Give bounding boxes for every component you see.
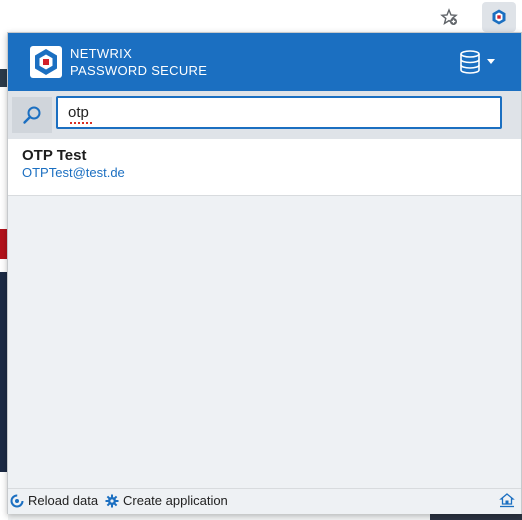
database-menu-button[interactable] [459, 50, 499, 76]
search-icon [23, 106, 41, 124]
bookmark-star-icon[interactable] [440, 8, 458, 26]
search-input[interactable] [56, 96, 502, 129]
netwrix-logo-icon [492, 9, 506, 25]
brand-line-2: PASSWORD SECURE [70, 63, 208, 78]
result-list: OTP Test OTPTest@test.de [8, 139, 521, 196]
result-title: OTP Test [22, 147, 87, 164]
result-subtitle: OTPTest@test.de [22, 165, 125, 180]
list-item[interactable]: OTP Test OTPTest@test.de [8, 139, 521, 195]
popup-footer: Reload data Create application [8, 488, 521, 514]
popup-header: NETWRIX PASSWORD SECURE [8, 33, 521, 91]
reload-data-button[interactable]: Reload data [10, 493, 98, 508]
create-application-label: Create application [123, 493, 228, 508]
create-application-button[interactable]: Create application [105, 493, 228, 508]
brand-name: NETWRIX PASSWORD SECURE [70, 45, 207, 79]
browser-toolbar [0, 0, 522, 35]
reload-icon [10, 494, 24, 507]
home-network-icon[interactable] [499, 492, 515, 508]
gear-icon [105, 494, 119, 507]
reload-data-label: Reload data [28, 493, 99, 508]
chevron-down-icon [487, 59, 495, 64]
brand-line-1: NETWRIX [70, 46, 133, 61]
password-secure-popup: NETWRIX PASSWORD SECURE OTP Test OTPTest… [7, 32, 522, 514]
netwrix-logo-icon [30, 46, 62, 78]
extension-button[interactable] [482, 2, 516, 32]
spellcheck-underline [70, 122, 92, 124]
database-icon [460, 50, 480, 74]
search-bar [8, 91, 521, 139]
search-button[interactable] [12, 97, 52, 133]
